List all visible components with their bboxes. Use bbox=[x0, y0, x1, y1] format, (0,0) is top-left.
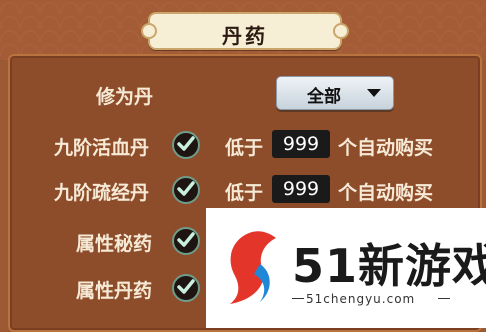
watermark: 51新游戏 51chengyu.com bbox=[206, 208, 486, 328]
watermark-divider bbox=[438, 298, 450, 299]
row-2-suffix: 个自动购买 bbox=[338, 182, 434, 204]
row-3-checkbox[interactable] bbox=[172, 227, 200, 255]
row-1-suffix: 个自动购买 bbox=[338, 137, 434, 159]
row-1-checkbox[interactable] bbox=[172, 131, 200, 159]
cultivation-pill-dropdown[interactable]: 全部 bbox=[276, 76, 394, 110]
row-1-name: 九阶活血丹 bbox=[54, 137, 150, 159]
check-icon bbox=[177, 181, 195, 196]
check-icon bbox=[177, 136, 195, 151]
watermark-url: 51chengyu.com bbox=[306, 292, 416, 306]
row-2-prefix: 低于 bbox=[225, 182, 264, 204]
row-1-prefix: 低于 bbox=[225, 137, 264, 159]
row-2-name: 九阶疏经丹 bbox=[54, 182, 150, 204]
row-1-quantity-input[interactable]: 999 bbox=[272, 130, 330, 158]
dropdown-selected-value: 全部 bbox=[307, 87, 341, 107]
row-4-checkbox[interactable] bbox=[172, 274, 200, 302]
watermark-brand: 51新游戏 bbox=[292, 239, 486, 293]
row-2-quantity-input[interactable]: 999 bbox=[272, 175, 330, 203]
row-4-name: 属性丹药 bbox=[76, 280, 153, 302]
row-3-name: 属性秘药 bbox=[76, 233, 153, 255]
panel-title: 丹药 bbox=[222, 24, 268, 48]
watermark-logo-icon bbox=[230, 231, 276, 304]
check-icon bbox=[177, 279, 195, 294]
watermark-divider bbox=[292, 298, 304, 299]
cultivation-pill-label: 修为丹 bbox=[96, 86, 154, 108]
row-2-checkbox[interactable] bbox=[172, 176, 200, 204]
panel-title-banner: 丹药 bbox=[141, 12, 349, 50]
dropdown-arrow-icon bbox=[367, 89, 381, 97]
check-icon bbox=[177, 232, 195, 247]
